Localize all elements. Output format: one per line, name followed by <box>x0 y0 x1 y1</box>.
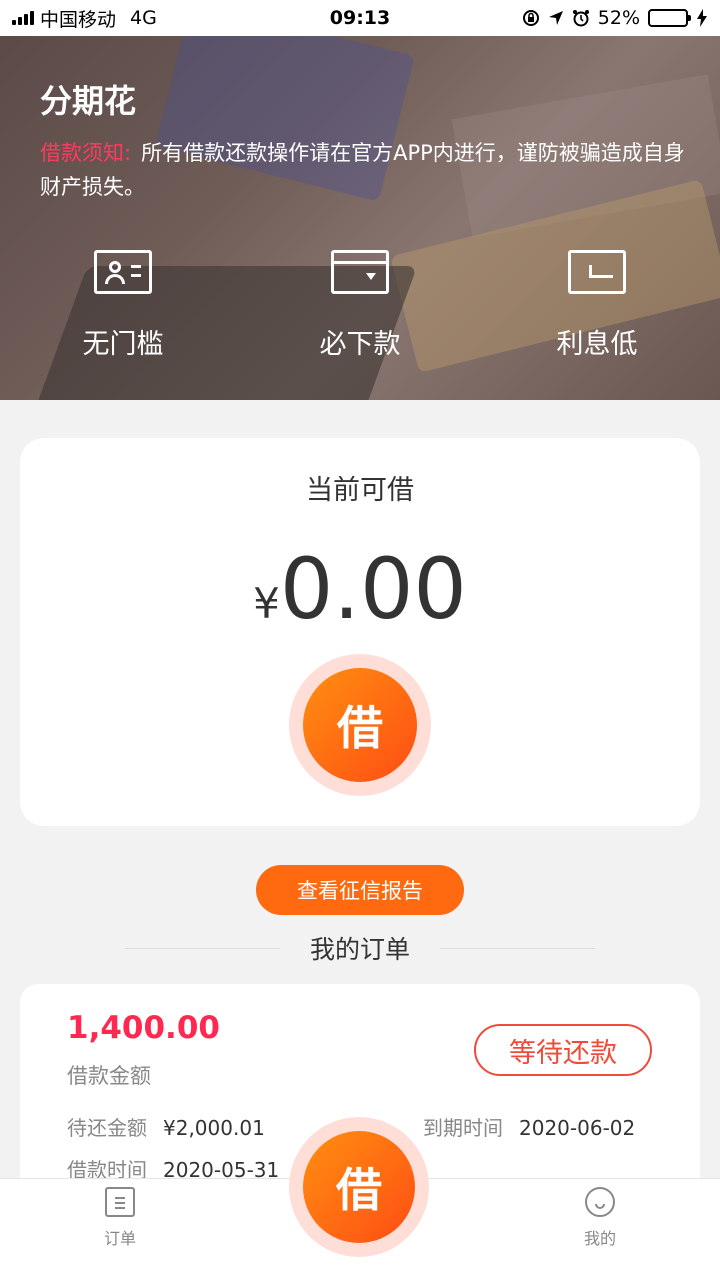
notice-text: 所有借款还款操作请在官方APP内进行，谨防被骗造成自身财产损失。 <box>40 141 685 199</box>
divider <box>440 947 595 949</box>
credit-report-button[interactable]: 查看征信报告 <box>256 865 464 915</box>
profile-icon <box>585 1187 615 1217</box>
amount-value: 0.00 <box>279 540 467 638</box>
return-icon <box>568 250 626 294</box>
hero-banner: 分期花 借款须知: 所有借款还款操作请在官方APP内进行，谨防被骗造成自身财产损失… <box>0 36 720 400</box>
carrier-text: 中国移动 <box>40 8 117 31</box>
charging-icon <box>697 9 707 27</box>
due-date-label: 到期时间 <box>423 1116 503 1140</box>
notice-label: 借款须知: <box>40 141 132 165</box>
repay-amount-row: 待还金额 ¥2,000.01 <box>67 1112 265 1141</box>
bank-card-icon <box>331 250 389 294</box>
feature-label: 利息低 <box>556 329 638 360</box>
feature-no-threshold: 无门槛 <box>43 250 203 361</box>
available-credit-title: 当前可借 <box>306 475 414 506</box>
alarm-icon <box>572 10 589 27</box>
id-card-icon <box>94 250 152 294</box>
available-credit-card: 当前可借 ¥0.00 借 <box>20 438 700 826</box>
status-badge[interactable]: 等待还款 <box>474 1024 652 1076</box>
feature-label: 必下款 <box>319 329 401 360</box>
borrow-button-label: 借 <box>303 668 417 782</box>
orders-header: 我的订单 <box>0 926 720 970</box>
order-list-icon <box>105 1187 135 1217</box>
divider <box>124 947 280 949</box>
due-date-value: 2020-06-02 <box>519 1116 636 1140</box>
borrow-button[interactable]: 借 <box>289 654 431 796</box>
loan-notice: 借款须知: 所有借款还款操作请在官方APP内进行，谨防被骗造成自身财产损失。 <box>40 136 685 204</box>
status-bar: 中国移动 4G 09:13 52% <box>0 0 720 36</box>
rotation-lock-icon <box>522 10 539 26</box>
due-date-row: 到期时间 2020-06-02 <box>423 1112 635 1141</box>
tab-orders[interactable]: 订单 <box>80 1187 160 1249</box>
repay-amount-value: ¥2,000.01 <box>163 1116 265 1140</box>
battery-percent: 52% <box>597 7 640 29</box>
tab-orders-label: 订单 <box>103 1229 136 1248</box>
tab-bar: 订单 借 我的 <box>0 1117 720 1280</box>
loan-amount-label: 借款金额 <box>67 1064 151 1088</box>
available-amount: ¥0.00 <box>20 540 700 638</box>
loan-amount: 1,400.00 <box>67 1010 220 1046</box>
tab-mine[interactable]: 我的 <box>560 1187 640 1249</box>
battery-icon <box>648 9 691 27</box>
orders-title: 我的订单 <box>309 935 410 964</box>
feature-label: 无门槛 <box>82 329 164 360</box>
tab-borrow-button[interactable]: 借 <box>289 1117 429 1257</box>
repay-amount-label: 待还金额 <box>67 1116 147 1140</box>
network-text: 4G <box>130 7 157 29</box>
feature-low-interest: 利息低 <box>517 250 677 361</box>
location-icon <box>548 11 563 25</box>
currency-symbol: ¥ <box>253 579 280 628</box>
app-title: 分期花 <box>40 82 137 120</box>
tab-mine-label: 我的 <box>583 1229 616 1248</box>
feature-guaranteed: 必下款 <box>280 250 440 361</box>
tab-borrow-label: 借 <box>303 1131 415 1243</box>
signal-icon <box>12 11 34 25</box>
